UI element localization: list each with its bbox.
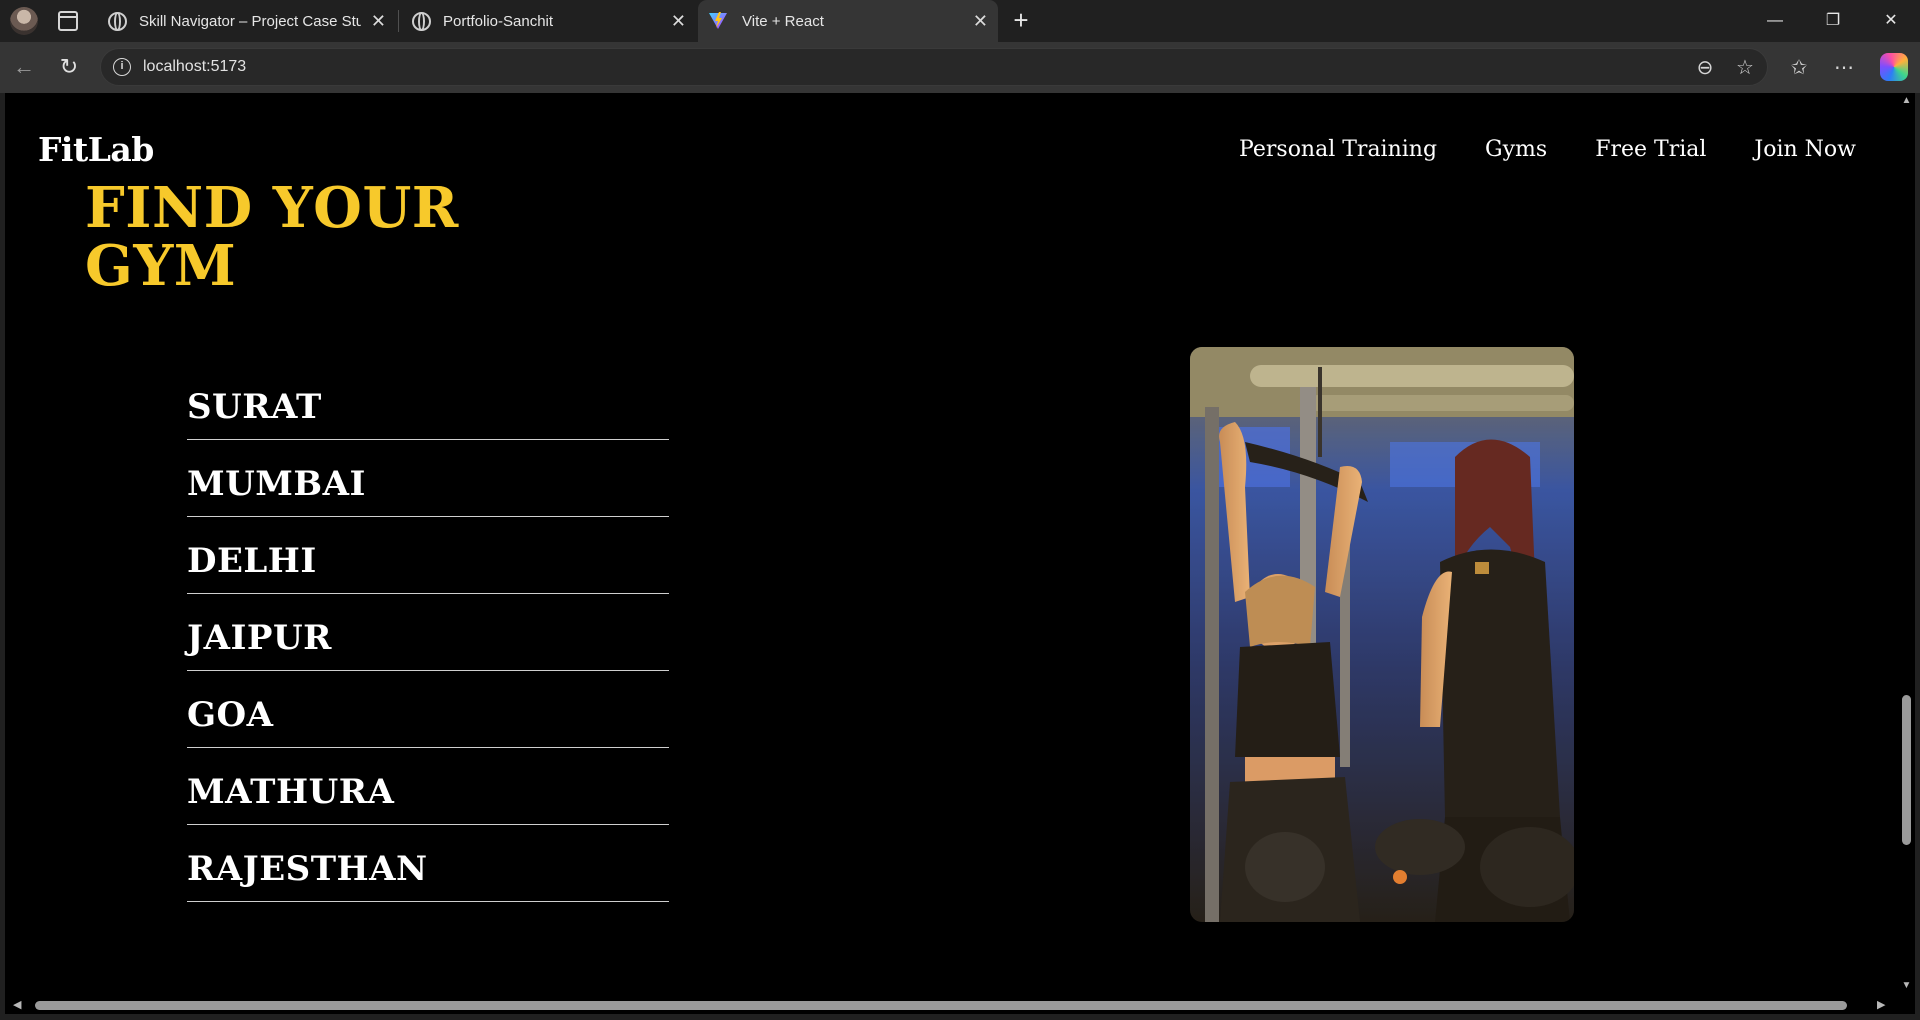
city-list: SURAT MUMBAI DELHI JAIPUR GOA MATHURA RA… (187, 363, 669, 902)
close-window-button[interactable]: ✕ (1862, 0, 1920, 42)
city-label: DELHI (187, 541, 317, 581)
scroll-up-arrow-icon[interactable]: ▲ (1900, 95, 1913, 107)
city-label: RAJESTHAN (187, 849, 428, 889)
scroll-left-arrow-icon[interactable]: ◀ (13, 998, 21, 1011)
new-tab-button[interactable]: + (1006, 6, 1036, 36)
vertical-scrollbar[interactable]: ▲ ▼ (1898, 93, 1915, 997)
city-item-mathura[interactable]: MATHURA (187, 748, 669, 825)
nav-personal-training[interactable]: Personal Training (1239, 137, 1437, 162)
favorites-icon[interactable]: ✩ (1785, 54, 1813, 82)
favorite-star-icon[interactable]: ☆ (1733, 56, 1757, 80)
city-label: MUMBAI (187, 464, 366, 504)
city-label: JAIPUR (187, 618, 332, 658)
city-item-rajesthan[interactable]: RAJESTHAN (187, 825, 669, 902)
tab-separator (398, 10, 399, 32)
site-info-icon[interactable]: i (113, 58, 131, 76)
url-text[interactable]: localhost:5173 (143, 58, 246, 76)
city-item-goa[interactable]: GOA (187, 671, 669, 748)
site-logo[interactable]: FitLab (38, 130, 154, 169)
city-label: MATHURA (187, 772, 395, 812)
city-label: GOA (187, 695, 274, 735)
back-button[interactable]: ← (11, 54, 37, 80)
profile-avatar[interactable] (10, 7, 38, 35)
scroll-down-arrow-icon[interactable]: ▼ (1900, 980, 1913, 992)
city-item-mumbai[interactable]: MUMBAI (187, 440, 669, 517)
refresh-button[interactable]: ↻ (56, 54, 82, 80)
address-bar[interactable]: i localhost:5173 ⊖ ☆ (100, 48, 1768, 86)
close-tab-icon[interactable]: ✕ (371, 12, 386, 30)
title-line-1: FIND YOUR (85, 175, 459, 241)
nav-free-trial[interactable]: Free Trial (1595, 137, 1706, 162)
tab-portfolio[interactable]: Portfolio-Sanchit ✕ (400, 0, 696, 42)
main-nav: Personal Training Gyms Free Trial Join N… (1239, 137, 1856, 162)
page-viewport: FitLab Personal Training Gyms Free Trial… (5, 93, 1898, 997)
scroll-right-arrow-icon[interactable]: ▶ (1877, 998, 1885, 1011)
tab-bar: Skill Navigator – Project Case Stuc ✕ Po… (0, 0, 1920, 42)
page-title: FIND YOUR GYM (85, 179, 459, 295)
close-tab-icon[interactable]: ✕ (671, 12, 686, 30)
globe-icon (412, 11, 431, 31)
tab-vite-react[interactable]: Vite + React ✕ (698, 0, 998, 42)
vertical-scroll-thumb[interactable] (1902, 695, 1911, 845)
close-tab-icon[interactable]: ✕ (973, 12, 988, 30)
nav-join-now[interactable]: Join Now (1754, 137, 1856, 162)
gym-photo (1190, 347, 1574, 922)
city-label: SURAT (187, 387, 322, 427)
tab-actions-icon[interactable] (58, 11, 78, 31)
tab-skill-navigator[interactable]: Skill Navigator – Project Case Stuc ✕ (96, 0, 396, 42)
minimize-button[interactable]: — (1746, 0, 1804, 42)
horizontal-scrollbar[interactable]: ◀ ▶ (5, 997, 1915, 1014)
zoom-out-icon[interactable]: ⊖ (1693, 56, 1717, 80)
globe-icon (108, 11, 127, 31)
title-line-2: GYM (85, 233, 237, 299)
nav-gyms[interactable]: Gyms (1485, 137, 1547, 162)
restore-button[interactable]: ❐ (1804, 0, 1862, 42)
city-item-delhi[interactable]: DELHI (187, 517, 669, 594)
vite-icon (709, 12, 727, 29)
horizontal-scroll-thumb[interactable] (35, 1001, 1847, 1010)
city-item-jaipur[interactable]: JAIPUR (187, 594, 669, 671)
browser-toolbar: ← ↻ i localhost:5173 ⊖ ☆ ✩ ⋯ (0, 42, 1920, 93)
city-item-surat[interactable]: SURAT (187, 363, 669, 440)
copilot-icon[interactable] (1880, 53, 1908, 81)
more-options-icon[interactable]: ⋯ (1830, 54, 1858, 82)
